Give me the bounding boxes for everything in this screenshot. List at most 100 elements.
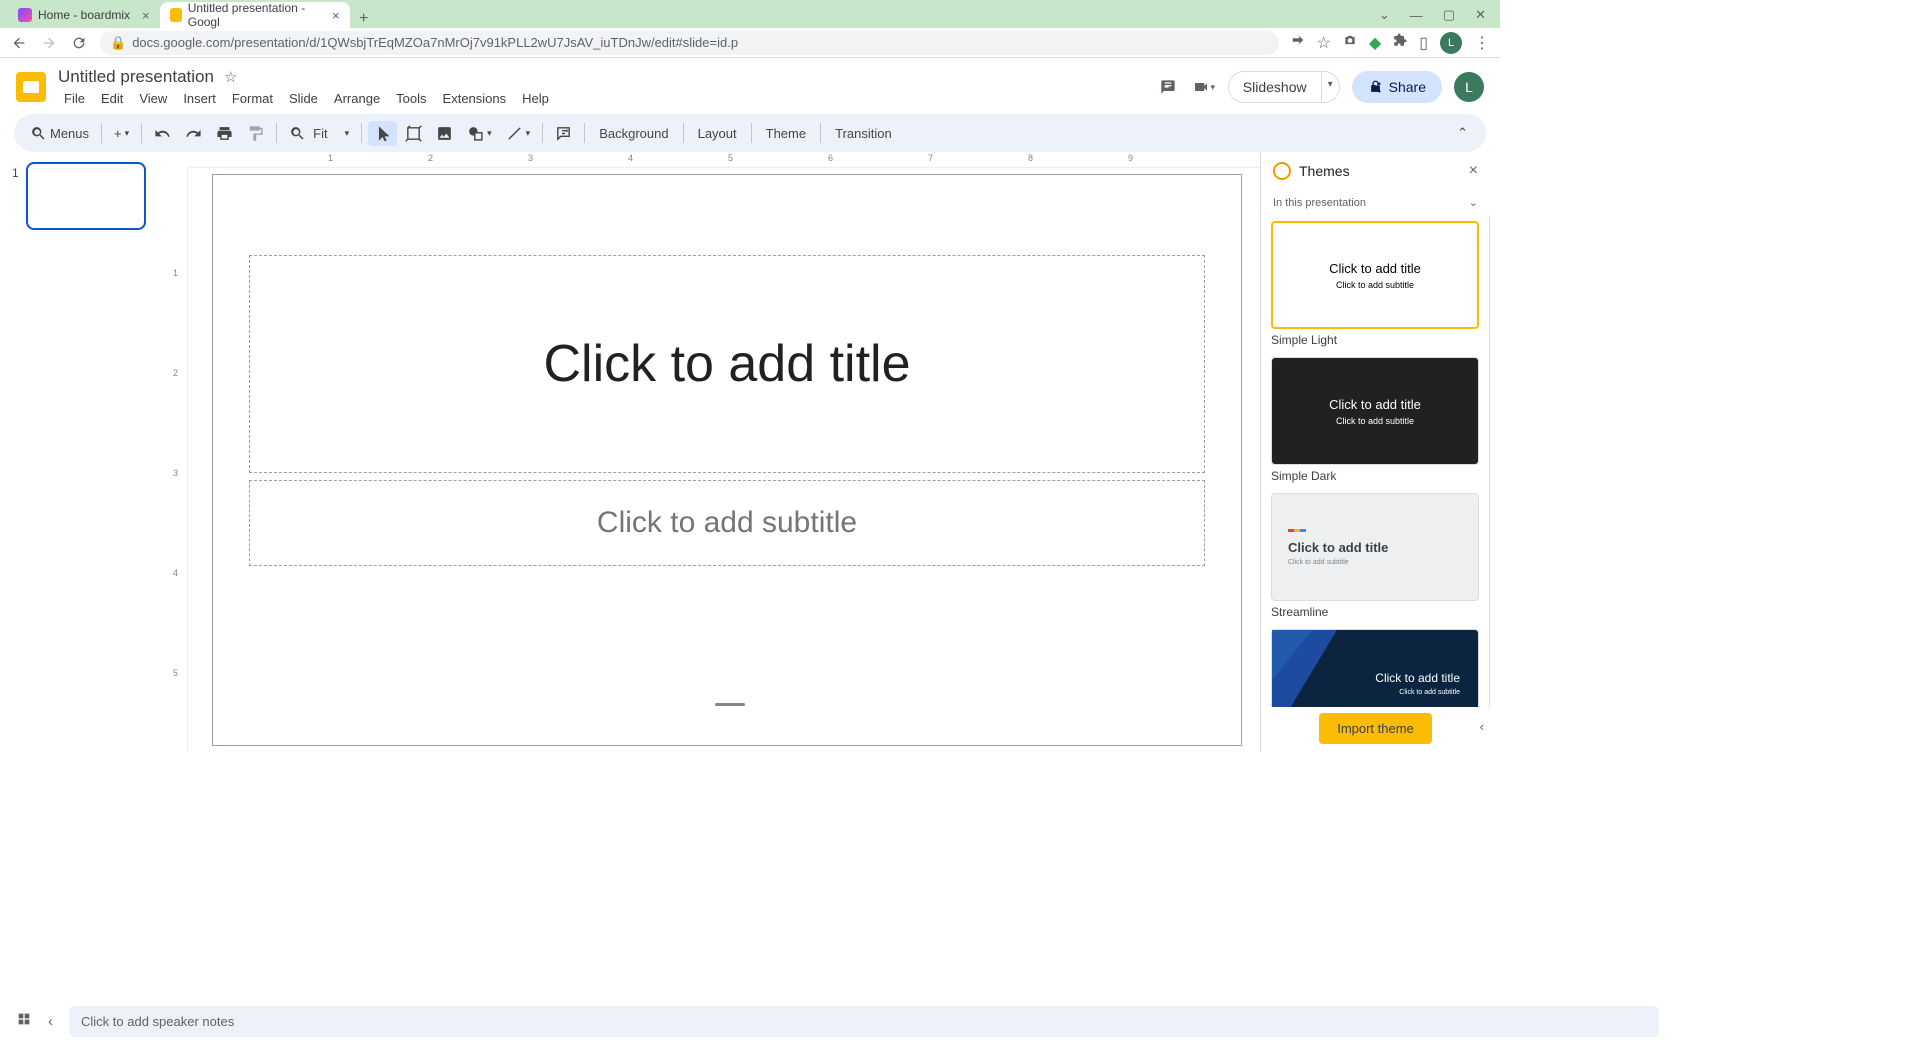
chevron-down-icon: ⌄ — [1469, 196, 1478, 209]
browser-tab-boardmix[interactable]: Home - boardmix × — [8, 2, 160, 28]
line-tool[interactable]: ▾ — [500, 121, 537, 146]
comment-tool[interactable]: + — [549, 121, 578, 146]
undo-button[interactable] — [148, 121, 177, 146]
main-area: 1 1 2 3 4 5 6 7 8 9 1 2 3 4 5 Click to a… — [0, 152, 1500, 752]
menu-edit[interactable]: Edit — [95, 89, 129, 108]
bottom-bar: ‹ Click to add speaker notes — [0, 1002, 1675, 1040]
comments-icon[interactable] — [1156, 75, 1180, 99]
theme-simple-dark[interactable]: Click to add title Click to add subtitle — [1271, 357, 1479, 465]
tab-title: Untitled presentation - Googl — [188, 1, 320, 29]
toolbar: Menus + ▾ Fit▾ ▾ ▾ + Background Layout T… — [14, 114, 1486, 152]
themes-list[interactable]: Click to add title Click to add subtitle… — [1261, 215, 1490, 707]
menu-slide[interactable]: Slide — [283, 89, 324, 108]
menu-tools[interactable]: Tools — [390, 89, 432, 108]
print-button[interactable] — [210, 121, 239, 146]
layout-button[interactable]: Layout — [690, 122, 745, 145]
extension-icon[interactable]: ◆ — [1369, 33, 1381, 53]
film-strip[interactable]: 1 — [0, 152, 170, 752]
speaker-notes-input[interactable]: Click to add speaker notes — [69, 1006, 1659, 1037]
share-url-icon[interactable] — [1291, 33, 1305, 52]
profile-badge[interactable]: L — [1440, 32, 1462, 54]
tab-title: Home - boardmix — [38, 8, 130, 22]
new-tab-button[interactable]: + — [350, 10, 378, 28]
puzzle-icon[interactable] — [1393, 33, 1407, 52]
camera-icon[interactable] — [1343, 33, 1357, 52]
reload-icon[interactable] — [70, 34, 88, 52]
ruler-horizontal: 1 2 3 4 5 6 7 8 9 — [188, 152, 1260, 168]
new-slide-button[interactable]: + ▾ — [108, 122, 135, 145]
palette-icon — [1273, 162, 1291, 180]
panel-title: Themes — [1299, 163, 1461, 179]
share-button[interactable]: Share — [1352, 71, 1442, 103]
theme-label: Simple Dark — [1271, 469, 1479, 483]
slideshow-button[interactable]: Slideshow — [1228, 71, 1322, 103]
menu-arrange[interactable]: Arrange — [328, 89, 386, 108]
theme-label: Simple Light — [1271, 333, 1479, 347]
close-icon[interactable]: × — [142, 8, 150, 23]
window-controls: ⌄ — ▢ ✕ — [1379, 2, 1500, 28]
theme-focus[interactable]: Click to add title Click to add subtitle — [1271, 629, 1479, 707]
menu-help[interactable]: Help — [516, 89, 555, 108]
transition-button[interactable]: Transition — [827, 122, 900, 145]
ruler-vertical: 1 2 3 4 5 — [170, 168, 188, 752]
browser-address-bar: 🔒 docs.google.com/presentation/d/1QWsbjT… — [0, 28, 1500, 58]
notes-resize-handle[interactable] — [715, 703, 745, 706]
paint-format-button[interactable] — [241, 121, 270, 146]
subtitle-placeholder[interactable]: Click to add subtitle — [249, 480, 1205, 566]
document-title[interactable]: Untitled presentation — [58, 67, 214, 87]
image-tool[interactable] — [430, 121, 459, 146]
slide-canvas[interactable]: Click to add title Click to add subtitle — [212, 174, 1242, 746]
chevron-left-icon[interactable]: ‹ — [48, 1013, 53, 1030]
zoom-button[interactable]: Fit▾ — [283, 121, 355, 146]
menu-insert[interactable]: Insert — [177, 89, 222, 108]
star-icon[interactable]: ☆ — [1317, 33, 1331, 53]
menu-format[interactable]: Format — [226, 89, 279, 108]
panel-section-header[interactable]: In this presentation ⌄ — [1261, 190, 1490, 215]
forward-icon[interactable] — [40, 34, 58, 52]
menu-view[interactable]: View — [133, 89, 173, 108]
redo-button[interactable] — [179, 121, 208, 146]
background-button[interactable]: Background — [591, 122, 676, 145]
meet-icon[interactable]: ▾ — [1192, 75, 1216, 99]
url-field[interactable]: 🔒 docs.google.com/presentation/d/1QWsbjT… — [100, 31, 1279, 55]
title-placeholder[interactable]: Click to add title — [249, 255, 1205, 473]
star-icon[interactable]: ☆ — [224, 68, 237, 86]
import-theme-button[interactable]: Import theme — [1319, 713, 1432, 744]
shape-tool[interactable]: ▾ — [461, 121, 498, 146]
url-text: docs.google.com/presentation/d/1QWsbjTrE… — [132, 35, 738, 50]
maximize-icon[interactable]: ▢ — [1443, 7, 1455, 23]
kebab-menu-icon[interactable]: ⋮ — [1474, 33, 1490, 53]
svg-text:+: + — [565, 126, 569, 134]
browser-tab-strip: Home - boardmix × Untitled presentation … — [0, 0, 1500, 28]
account-avatar[interactable]: L — [1454, 72, 1484, 102]
back-icon[interactable] — [10, 34, 28, 52]
close-window-icon[interactable]: ✕ — [1475, 7, 1486, 23]
theme-simple-light[interactable]: Click to add title Click to add subtitle — [1271, 221, 1479, 329]
textbox-tool[interactable] — [399, 121, 428, 146]
grid-view-icon[interactable] — [16, 1011, 32, 1031]
panel-icon[interactable]: ▯ — [1419, 33, 1428, 53]
close-icon[interactable]: × — [332, 8, 340, 23]
favicon-slides — [170, 8, 182, 22]
minimize-icon[interactable]: — — [1410, 8, 1423, 23]
slideshow-dropdown[interactable]: ▾ — [1322, 71, 1340, 103]
menu-extensions[interactable]: Extensions — [437, 89, 513, 108]
collapse-toolbar-icon[interactable]: ⌃ — [1449, 121, 1476, 145]
slides-logo[interactable] — [16, 72, 46, 102]
browser-tab-slides[interactable]: Untitled presentation - Googl × — [160, 2, 350, 28]
share-label: Share — [1389, 79, 1426, 95]
favicon-boardmix — [18, 8, 32, 22]
chevron-down-icon[interactable]: ⌄ — [1379, 7, 1390, 23]
select-tool[interactable] — [368, 121, 397, 146]
lock-icon: 🔒 — [110, 35, 126, 51]
theme-streamline[interactable]: Click to add title Click to add subtitle — [1271, 493, 1479, 601]
search-menus[interactable]: Menus — [24, 121, 95, 146]
menu-file[interactable]: File — [58, 89, 91, 108]
app-header: Untitled presentation ☆ File Edit View I… — [0, 58, 1500, 110]
close-panel-icon[interactable]: × — [1469, 162, 1478, 180]
theme-label: Streamline — [1271, 605, 1479, 619]
slide-thumbnail[interactable] — [26, 162, 146, 230]
side-panel-toggle-icon[interactable]: ‹ — [1480, 719, 1484, 734]
theme-button[interactable]: Theme — [758, 122, 814, 145]
canvas-area: 1 2 3 4 5 6 7 8 9 1 2 3 4 5 Click to add… — [170, 152, 1260, 752]
